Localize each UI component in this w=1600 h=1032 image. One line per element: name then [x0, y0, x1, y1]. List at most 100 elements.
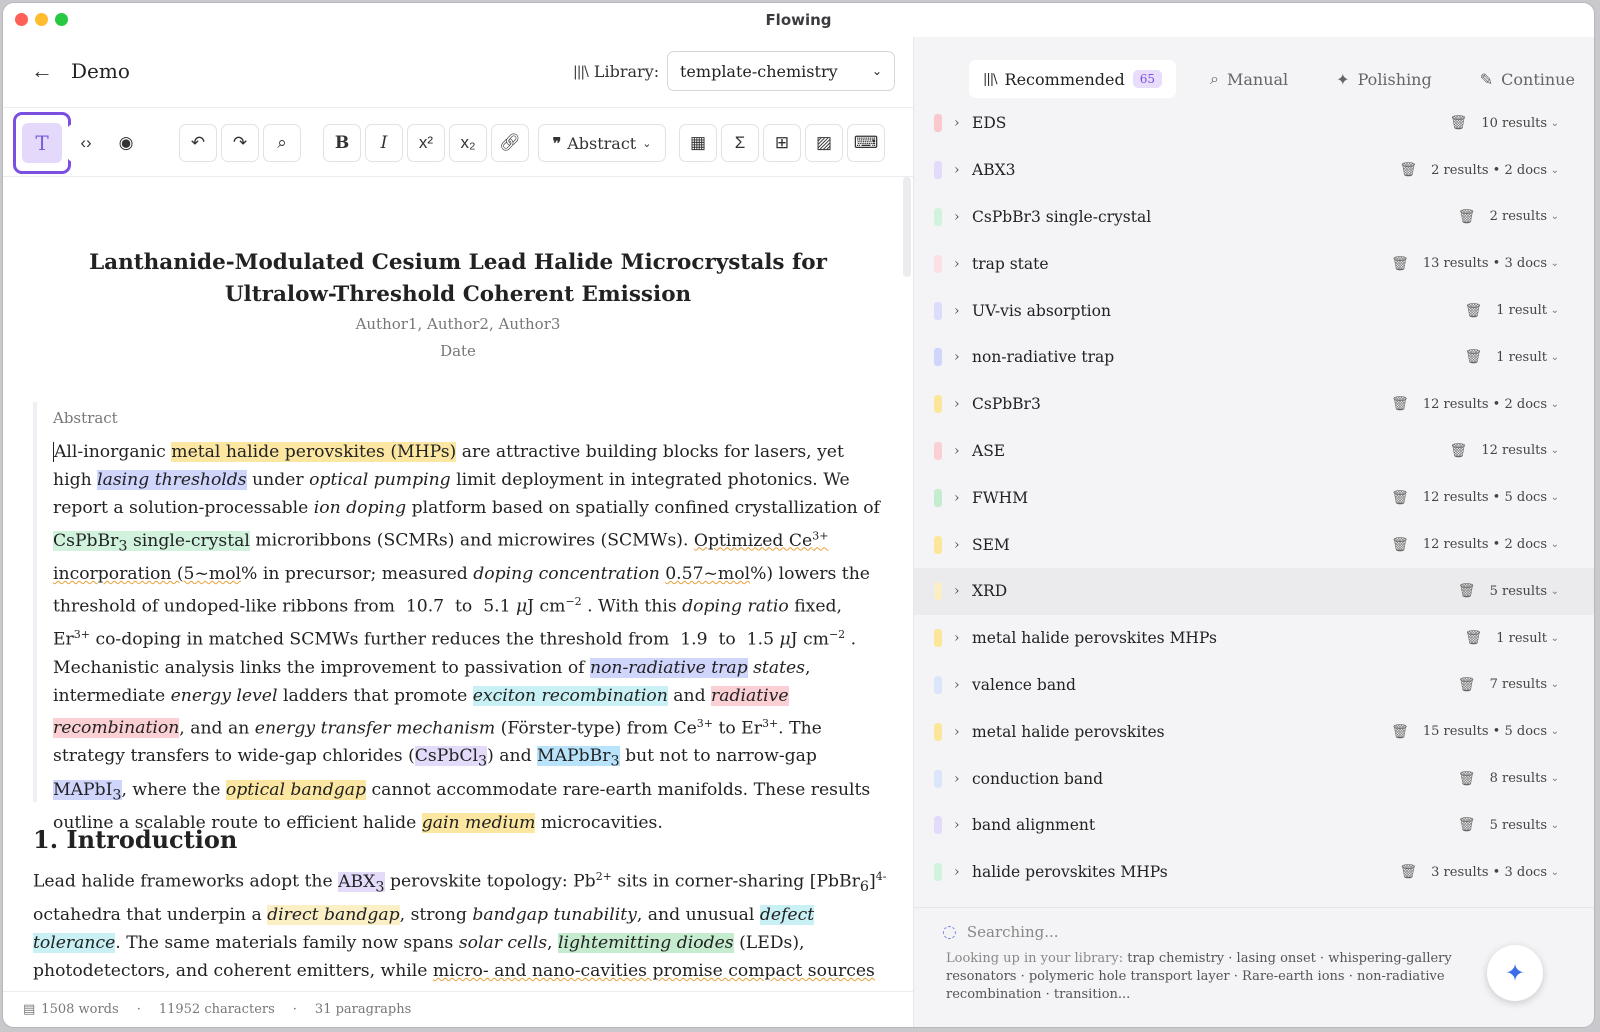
tab-manual[interactable]: ⌕ Manual [1196, 60, 1302, 98]
preview-mode-button[interactable]: ◉ [107, 124, 145, 162]
undo-button[interactable]: ↶ [179, 124, 217, 162]
keyword-row[interactable]: › conduction band 🗑︎ 8 results ⌄ [914, 755, 1594, 802]
keyword-row[interactable]: › band alignment 🗑︎ 5 results ⌄ [914, 802, 1594, 849]
chevron-right-icon[interactable]: › [954, 630, 960, 646]
chevron-right-icon[interactable]: › [954, 490, 960, 506]
chevron-right-icon[interactable]: › [954, 443, 960, 459]
minimize-window-button[interactable] [35, 13, 48, 26]
keyword-row[interactable]: › non-radiative trap 🗑︎ 1 result ⌄ [914, 334, 1594, 381]
link-button[interactable]: 🔗︎ [491, 124, 529, 162]
chevron-right-icon[interactable]: › [954, 303, 960, 319]
trash-icon[interactable]: 🗑︎ [1458, 771, 1476, 787]
table-button[interactable]: ⊞ [763, 124, 801, 162]
chevron-right-icon[interactable]: › [954, 583, 960, 599]
tab-continue[interactable]: ✎ Continue [1466, 60, 1589, 98]
keyword-row[interactable]: › metal halide perovskites 🗑︎ 15 results • … [914, 708, 1594, 755]
trash-icon[interactable]: 🗑︎ [1391, 396, 1409, 412]
find-button[interactable]: ⌕ [263, 124, 301, 162]
arrow-left-icon[interactable]: ← [31, 59, 55, 83]
library-select[interactable]: template-chemistry ⌄ [667, 51, 895, 91]
chevron-down-icon[interactable]: ⌄ [1551, 211, 1559, 222]
subscript-button[interactable]: x₂ [449, 124, 487, 162]
keyword-row[interactable]: › ABX3 🗑︎ 2 results • 2 docs ⌄ [914, 147, 1594, 194]
trash-icon[interactable]: 🗑︎ [1399, 162, 1417, 178]
keyword-row[interactable]: › CsPbBr3 🗑︎ 12 results • 2 docs ⌄ [914, 381, 1594, 428]
image-button[interactable]: ▨ [805, 124, 843, 162]
chevron-right-icon[interactable]: › [954, 162, 960, 178]
trash-icon[interactable]: 🗑︎ [1464, 349, 1482, 365]
chevron-down-icon[interactable]: ⌄ [1551, 773, 1559, 784]
keyboard-button[interactable]: ⌨ [847, 124, 885, 162]
chevron-down-icon[interactable]: ⌄ [1551, 492, 1559, 503]
chevron-right-icon[interactable]: › [954, 537, 960, 553]
trash-icon[interactable]: 🗑︎ [1464, 303, 1482, 319]
keyword-row[interactable]: › metal halide perovskites MHPs 🗑︎ 1 result… [914, 615, 1594, 662]
chevron-down-icon[interactable]: ⌄ [1551, 539, 1559, 550]
result-count: 12 results • 5 docs [1422, 490, 1547, 506]
keyword-row[interactable]: › FWHM 🗑︎ 12 results • 5 docs ⌄ [914, 474, 1594, 521]
keyword-row[interactable]: › valence band 🗑︎ 7 results ⌄ [914, 662, 1594, 709]
chevron-right-icon[interactable]: › [954, 864, 960, 880]
ai-assist-button[interactable]: ✦ [1487, 945, 1543, 1001]
keyword-row[interactable]: › EDS 🗑︎ 10 results ⌄ [914, 100, 1594, 147]
code-mode-button[interactable]: ‹› [67, 124, 105, 162]
trash-icon[interactable]: 🗑︎ [1399, 864, 1417, 880]
keyword-row[interactable]: › trap state 🗑︎ 13 results • 3 docs ⌄ [914, 240, 1594, 287]
chevron-down-icon[interactable]: ⌄ [1551, 820, 1559, 831]
keyword-row[interactable]: › SEM 🗑︎ 12 results • 2 docs ⌄ [914, 521, 1594, 568]
chevron-down-icon[interactable]: ⌄ [1551, 867, 1559, 878]
trash-icon[interactable]: 🗑︎ [1458, 583, 1476, 599]
keyword-row[interactable]: › halide perovskites MHPs 🗑︎ 3 results • 3 … [914, 849, 1594, 896]
chevron-down-icon[interactable]: ⌄ [1551, 445, 1559, 456]
trash-icon[interactable]: 🗑︎ [1391, 256, 1409, 272]
close-window-button[interactable] [15, 13, 28, 26]
chevron-right-icon[interactable]: › [954, 256, 960, 272]
chevron-right-icon[interactable]: › [954, 349, 960, 365]
chevron-down-icon[interactable]: ⌄ [1551, 305, 1559, 316]
trash-icon[interactable]: 🗑︎ [1391, 724, 1409, 740]
chevron-right-icon[interactable]: › [954, 771, 960, 787]
chevron-right-icon[interactable]: › [954, 677, 960, 693]
trash-icon[interactable]: 🗑︎ [1458, 209, 1476, 225]
keyword-row[interactable]: › XRD 🗑︎ 5 results ⌄ [914, 567, 1594, 615]
chevron-right-icon[interactable]: › [954, 817, 960, 833]
abstract-paragraph[interactable]: All-inorganic metal halide perovskites (… [53, 438, 883, 837]
chevron-down-icon[interactable]: ⌄ [1551, 399, 1559, 410]
chevron-down-icon[interactable]: ⌄ [1551, 586, 1559, 597]
intro-paragraph[interactable]: Lead halide frameworks adopt the ABX3 pe… [33, 863, 893, 985]
chevron-right-icon[interactable]: › [954, 115, 960, 131]
trash-icon[interactable]: 🗑︎ [1458, 677, 1476, 693]
keyword-row[interactable]: › UV-vis absorption 🗑︎ 1 result ⌄ [914, 287, 1594, 334]
chevron-right-icon[interactable]: › [954, 724, 960, 740]
text-mode-button[interactable]: T [13, 112, 71, 174]
redo-button[interactable]: ↷ [221, 124, 259, 162]
chevron-down-icon[interactable]: ⌄ [1551, 352, 1559, 363]
chevron-down-icon[interactable]: ⌄ [1551, 165, 1559, 176]
trash-icon[interactable]: 🗑︎ [1458, 817, 1476, 833]
chevron-down-icon[interactable]: ⌄ [1551, 726, 1559, 737]
editor-scrollbar[interactable] [903, 177, 911, 277]
chevron-right-icon[interactable]: › [954, 396, 960, 412]
block-type-dropdown[interactable]: ❞ Abstract ⌄ [538, 124, 666, 162]
document-body[interactable]: Lanthanide-Modulated Cesium Lead Halide … [3, 177, 903, 991]
trash-icon[interactable]: 🗑︎ [1450, 115, 1468, 131]
tab-polishing[interactable]: ✦ Polishing [1322, 60, 1446, 98]
chevron-down-icon[interactable]: ⌄ [1551, 258, 1559, 269]
chevron-right-icon[interactable]: › [954, 209, 960, 225]
equation-button[interactable]: Σ [721, 124, 759, 162]
trash-icon[interactable]: 🗑︎ [1450, 443, 1468, 459]
trash-icon[interactable]: 🗑︎ [1464, 630, 1482, 646]
superscript-button[interactable]: x² [407, 124, 445, 162]
keyword-row[interactable]: › CsPbBr3 single-crystal 🗑︎ 2 results ⌄ [914, 194, 1594, 241]
chevron-down-icon[interactable]: ⌄ [1551, 633, 1559, 644]
bold-button[interactable]: B [323, 124, 361, 162]
keyword-row[interactable]: › ASE 🗑︎ 12 results ⌄ [914, 428, 1594, 475]
chevron-down-icon[interactable]: ⌄ [1551, 118, 1559, 129]
tab-recommended[interactable]: |||\ Recommended 65 [969, 60, 1176, 98]
calculator-button[interactable]: ▦ [679, 124, 717, 162]
chevron-down-icon[interactable]: ⌄ [1551, 679, 1559, 690]
trash-icon[interactable]: 🗑︎ [1391, 537, 1409, 553]
italic-button[interactable]: I [365, 124, 403, 162]
maximize-window-button[interactable] [55, 13, 68, 26]
trash-icon[interactable]: 🗑︎ [1391, 490, 1409, 506]
